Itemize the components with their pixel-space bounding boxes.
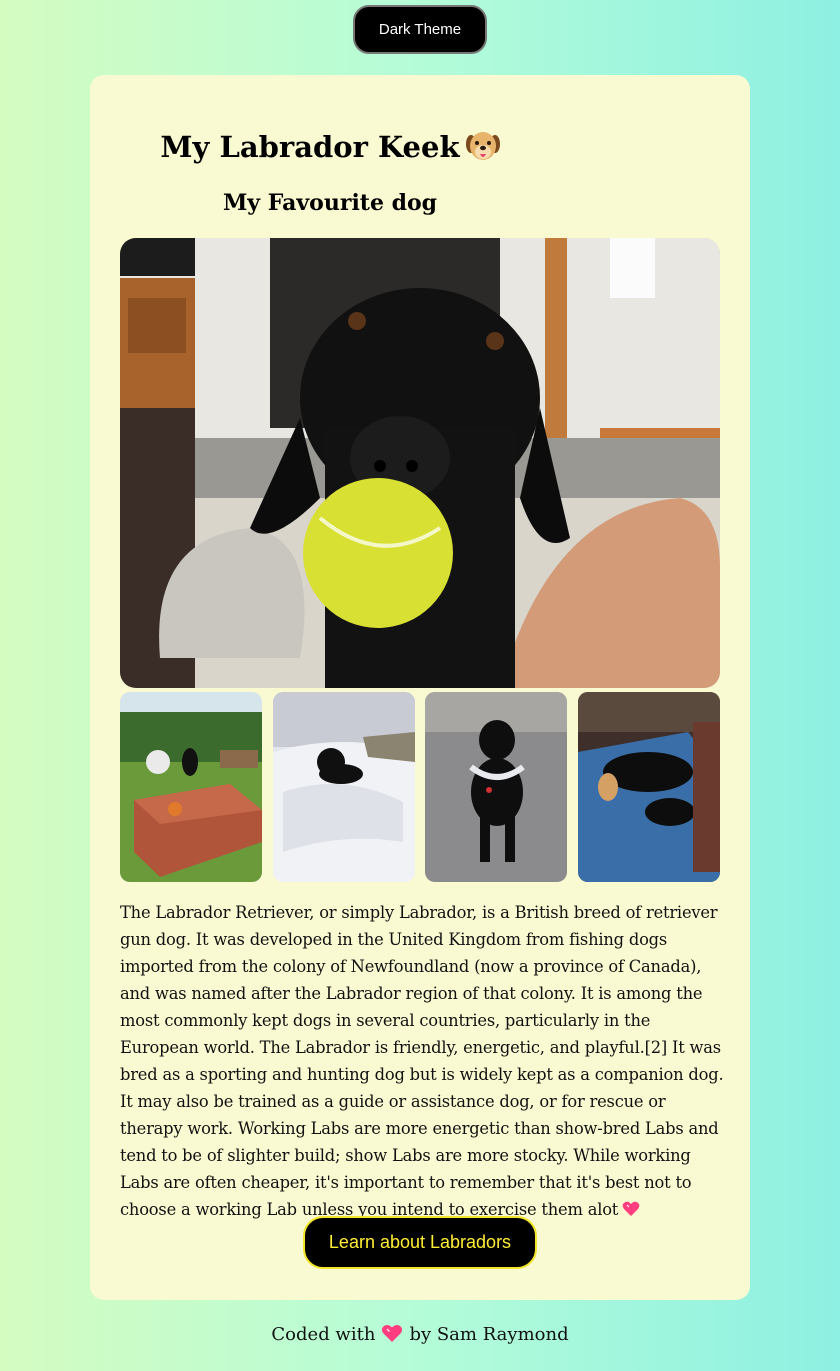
main-dog-photo bbox=[120, 238, 720, 688]
thumbnail-photo-3 bbox=[425, 692, 567, 882]
footer-prefix: Coded with bbox=[271, 1324, 376, 1345]
thumbnail-photo-4 bbox=[578, 692, 720, 882]
labrador-description: The Labrador Retriever, or simply Labrad… bbox=[120, 899, 724, 1223]
heart-icon bbox=[622, 1198, 640, 1216]
page-title-text: My Labrador Keek bbox=[160, 130, 460, 164]
learn-about-labradors-button[interactable]: Learn about Labradors bbox=[303, 1216, 537, 1269]
thumbnail-photo-2 bbox=[273, 692, 415, 882]
footer-suffix: by Sam Raymond bbox=[409, 1324, 569, 1345]
page-subtitle: My Favourite dog bbox=[222, 190, 438, 216]
page-title: My Labrador Keek bbox=[0, 130, 660, 164]
heart-icon bbox=[381, 1324, 403, 1343]
dark-theme-toggle-button[interactable]: Dark Theme bbox=[353, 5, 487, 54]
thumbnail-photo-1 bbox=[120, 692, 262, 882]
dog-face-icon bbox=[465, 130, 500, 162]
description-text: The Labrador Retriever, or simply Labrad… bbox=[120, 903, 724, 1219]
footer: Coded with by Sam Raymond bbox=[0, 1324, 840, 1345]
